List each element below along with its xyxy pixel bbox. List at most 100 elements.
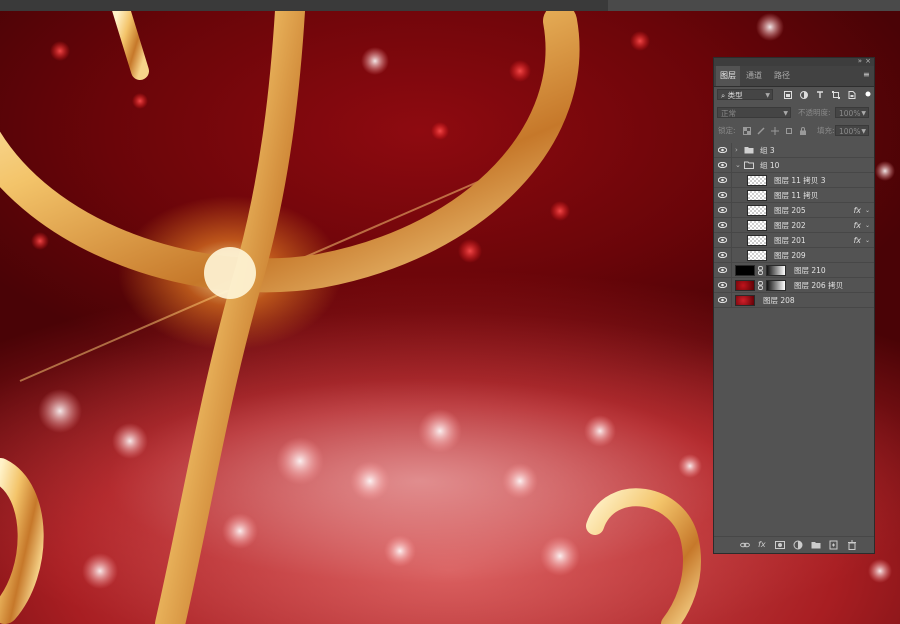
- layer-thumbnail: [735, 295, 755, 306]
- blend-mode-select[interactable]: 正常 ▼: [717, 107, 791, 118]
- add-mask-icon[interactable]: [775, 540, 785, 550]
- layer-name: 组 10: [760, 161, 780, 170]
- visibility-eye-icon[interactable]: [718, 147, 727, 153]
- filter-row: ⌕ 类型 ▼: [714, 88, 874, 102]
- panel-menu-icon[interactable]: ≡: [863, 71, 870, 79]
- layer-row[interactable]: 图层 201 fx ⌄: [714, 233, 874, 248]
- link-layers-icon[interactable]: [740, 540, 750, 550]
- layer-thumbnail: [747, 175, 767, 186]
- layer-mask-thumbnail[interactable]: [766, 280, 786, 291]
- layer-thumbnail: [747, 190, 767, 201]
- layer-name: 图层 209: [774, 251, 806, 260]
- layer-row[interactable]: 图层 202 fx ⌄: [714, 218, 874, 233]
- chevron-down-icon[interactable]: ⌄: [865, 218, 870, 233]
- visibility-eye-icon[interactable]: [718, 297, 727, 303]
- visibility-eye-icon[interactable]: [718, 192, 727, 198]
- tab-paths[interactable]: 路径: [770, 66, 794, 86]
- visibility-eye-icon[interactable]: [718, 162, 727, 168]
- chevron-down-icon[interactable]: ⌄: [865, 203, 870, 218]
- layer-row[interactable]: 图层 206 拷贝: [714, 278, 874, 293]
- filter-kind-select[interactable]: ⌕ 类型 ▼: [717, 89, 773, 100]
- close-panel-icon[interactable]: ×: [865, 57, 871, 65]
- chevron-down-icon[interactable]: ⌄: [735, 158, 741, 173]
- app-top-bar: [0, 0, 900, 11]
- lock-image-icon[interactable]: [757, 127, 765, 135]
- layer-row[interactable]: 图层 205 fx ⌄: [714, 203, 874, 218]
- tab-channels[interactable]: 通道: [742, 66, 766, 86]
- image-filter-icon[interactable]: [784, 91, 792, 99]
- layer-thumbnail: [735, 280, 755, 291]
- folder-icon: [744, 147, 754, 154]
- row-divider: [731, 293, 732, 308]
- type-filter-icon[interactable]: [816, 91, 824, 99]
- fx-icon[interactable]: fx: [853, 218, 861, 233]
- layer-row[interactable]: 图层 11 拷贝 3: [714, 173, 874, 188]
- chevron-down-icon: ▼: [861, 110, 866, 117]
- link-icon[interactable]: [758, 281, 763, 290]
- glow-core: [204, 247, 256, 299]
- row-divider: [731, 248, 732, 263]
- visibility-eye-icon[interactable]: [718, 207, 727, 213]
- layer-row[interactable]: 图层 11 拷贝: [714, 188, 874, 203]
- adjustment-filter-icon[interactable]: [800, 91, 808, 99]
- smart-object-filter-icon[interactable]: [848, 91, 856, 99]
- chevron-down-icon: ▼: [861, 128, 866, 135]
- visibility-eye-icon[interactable]: [718, 222, 727, 228]
- lock-label: 锁定:: [718, 126, 736, 135]
- fill-value: 100%: [839, 127, 861, 136]
- link-icon[interactable]: [758, 266, 763, 275]
- layer-row[interactable]: ⌄ 组 10: [714, 158, 874, 173]
- layer-name: 图层 201: [774, 236, 806, 245]
- opacity-label: 不透明度:: [798, 108, 831, 117]
- layer-thumbnail: [747, 205, 767, 216]
- opacity-field[interactable]: 100% ▼: [835, 107, 869, 118]
- row-divider: [731, 218, 732, 233]
- fx-icon[interactable]: fx: [758, 540, 768, 550]
- adjustment-layer-icon[interactable]: [793, 540, 803, 550]
- panel-title-bar[interactable]: » ×: [714, 57, 874, 66]
- visibility-eye-icon[interactable]: [718, 177, 727, 183]
- layer-row[interactable]: 图层 209: [714, 248, 874, 263]
- collapse-panel-icon[interactable]: »: [858, 57, 862, 65]
- fx-icon[interactable]: fx: [853, 233, 861, 248]
- filter-toggle-icon[interactable]: [865, 91, 871, 97]
- folder-open-icon: [744, 161, 754, 169]
- chevron-down-icon: ▼: [765, 92, 770, 99]
- opacity-value: 100%: [839, 109, 861, 118]
- search-icon: ⌕: [721, 91, 726, 100]
- lock-all-icon[interactable]: [799, 127, 807, 135]
- delete-icon[interactable]: [847, 540, 857, 550]
- layer-row[interactable]: › 组 3: [714, 143, 874, 158]
- row-divider: [731, 188, 732, 203]
- lock-transparent-icon[interactable]: [743, 127, 751, 135]
- row-divider: [731, 233, 732, 248]
- layer-thumbnail: [747, 250, 767, 261]
- layer-name: 图层 11 拷贝: [774, 191, 819, 200]
- new-layer-icon[interactable]: [829, 540, 839, 550]
- layer-name: 图层 210: [794, 266, 826, 275]
- layer-name: 图层 205: [774, 206, 806, 215]
- layer-row[interactable]: 图层 208: [714, 293, 874, 308]
- row-divider: [731, 143, 732, 158]
- layer-name: 组 3: [760, 146, 775, 155]
- visibility-eye-icon[interactable]: [718, 267, 727, 273]
- visibility-eye-icon[interactable]: [718, 282, 727, 288]
- fill-field[interactable]: 100% ▼: [835, 125, 869, 136]
- tab-layers[interactable]: 图层: [716, 66, 740, 86]
- layer-thumbnail: [735, 265, 755, 276]
- chevron-down-icon[interactable]: ⌄: [865, 233, 870, 248]
- layer-row[interactable]: 图层 210: [714, 263, 874, 278]
- lock-artboard-icon[interactable]: [785, 127, 793, 135]
- lock-row: 锁定: 填充: 100% ▼: [714, 124, 874, 138]
- chevron-right-icon[interactable]: ›: [735, 143, 738, 158]
- layer-name: 图层 206 拷贝: [794, 281, 844, 290]
- fx-icon[interactable]: fx: [853, 203, 861, 218]
- layer-thumbnail: [747, 235, 767, 246]
- new-group-icon[interactable]: [811, 540, 821, 550]
- lock-position-icon[interactable]: [771, 127, 779, 135]
- shape-filter-icon[interactable]: [832, 91, 840, 99]
- visibility-eye-icon[interactable]: [718, 252, 727, 258]
- visibility-eye-icon[interactable]: [718, 237, 727, 243]
- layer-mask-thumbnail[interactable]: [766, 265, 786, 276]
- layer-name: 图层 11 拷贝 3: [774, 176, 826, 185]
